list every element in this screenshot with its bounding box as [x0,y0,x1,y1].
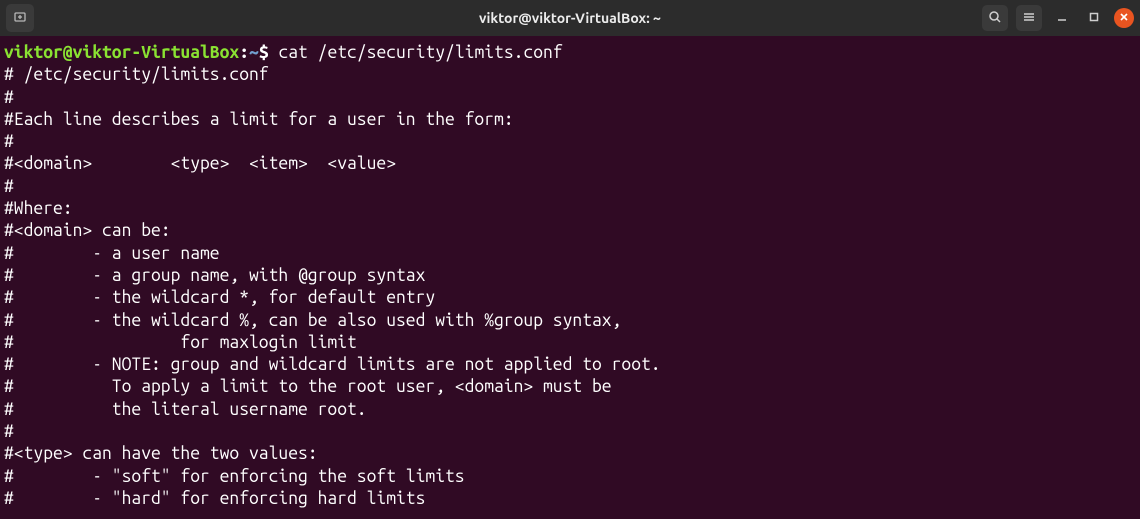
terminal-area[interactable]: viktor@viktor-VirtualBox:~$ cat /etc/sec… [0,36,1140,510]
menu-button[interactable] [1016,5,1042,31]
output-line: # [4,132,14,151]
output-line: #Where: [4,199,73,218]
output-line: # - the wildcard *, for default entry [4,288,435,307]
prompt-path: ~ [249,43,259,62]
prompt-user-host: viktor@viktor-VirtualBox [4,43,239,62]
search-button[interactable] [982,5,1008,31]
titlebar-right-controls [982,5,1134,31]
output-line: # for maxlogin limit [4,333,357,352]
window-title: viktor@viktor-VirtualBox: ~ [0,10,1140,26]
maximize-icon [1088,10,1100,26]
prompt-colon: : [239,43,249,62]
output-line: # To apply a limit to the root user, <do… [4,377,612,396]
window-titlebar: viktor@viktor-VirtualBox: ~ [0,0,1140,36]
output-line: # - a user name [4,244,220,263]
minimize-icon [1056,10,1068,26]
close-icon [1119,12,1129,25]
output-line: #Each line describes a limit for a user … [4,110,514,129]
output-line: # - the wildcard %, can be also used wit… [4,311,621,330]
output-line: # - a group name, with @group syntax [4,266,425,285]
hamburger-icon [1022,10,1036,27]
output-line: # /etc/security/limits.conf [4,65,269,84]
output-line: # [4,177,14,196]
new-tab-button[interactable] [6,4,34,32]
output-line: # - NOTE: group and wildcard limits are … [4,355,661,374]
command-text: cat /etc/security/limits.conf [269,43,563,62]
output-line: # [4,88,14,107]
minimize-button[interactable] [1050,6,1074,30]
output-line: # - "soft" for enforcing the soft limits [4,467,465,486]
maximize-button[interactable] [1082,6,1106,30]
titlebar-left-controls [6,4,34,32]
output-line: # the literal username root. [4,400,367,419]
search-icon [988,10,1002,27]
output-line: #<domain> <type> <item> <value> [4,154,396,173]
output-line: # - "hard" for enforcing hard limits [4,489,425,508]
new-tab-icon [13,10,27,27]
output-line: #<type> can have the two values: [4,444,318,463]
output-line: #<domain> can be: [4,221,171,240]
output-line: # [4,422,14,441]
close-button[interactable] [1114,8,1134,28]
prompt-dollar: $ [259,43,269,62]
